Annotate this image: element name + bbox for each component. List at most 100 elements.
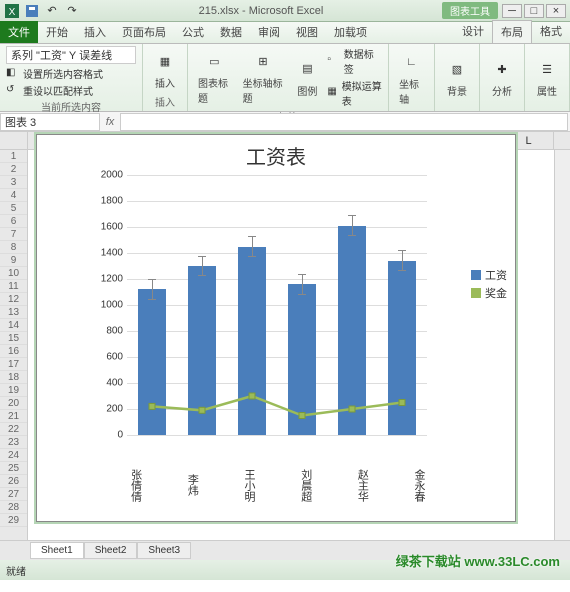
data-label-icon: ▫ (327, 54, 340, 68)
save-icon[interactable] (24, 3, 40, 19)
row-headers: 1234567891011121314151617181920212223242… (0, 132, 28, 540)
properties-icon: ☰ (535, 57, 559, 81)
picture-icon: ▦ (153, 49, 177, 73)
row-header[interactable]: 26 (0, 475, 27, 488)
tab-insert[interactable]: 插入 (76, 21, 114, 43)
y-tick-label: 600 (106, 352, 123, 363)
redo-icon[interactable]: ↷ (64, 3, 80, 19)
background-button[interactable]: ▧背景 (441, 55, 473, 100)
tab-review[interactable]: 审阅 (250, 21, 288, 43)
row-header[interactable]: 3 (0, 176, 27, 189)
status-text: 就绪 (6, 563, 26, 578)
data-table-button[interactable]: ▦模拟运算表 (327, 78, 382, 108)
row-header[interactable]: 4 (0, 189, 27, 202)
row-header[interactable]: 13 (0, 306, 27, 319)
reset-style-button[interactable]: ↺重设以匹配样式 (6, 83, 136, 98)
row-header[interactable]: 1 (0, 150, 27, 163)
row-header[interactable]: 10 (0, 267, 27, 280)
row-header[interactable]: 19 (0, 384, 27, 397)
tab-page-layout[interactable]: 页面布局 (114, 21, 174, 43)
tab-data[interactable]: 数据 (212, 21, 250, 43)
legend-button[interactable]: ▤图例 (291, 55, 323, 100)
row-header[interactable]: 20 (0, 397, 27, 410)
maximize-button[interactable]: □ (524, 4, 544, 18)
row-header[interactable]: 15 (0, 332, 27, 345)
tab-file[interactable]: 文件 (0, 21, 38, 43)
chart-legend[interactable]: 工资 奖金 (471, 265, 507, 303)
row-header[interactable]: 14 (0, 319, 27, 332)
row-header[interactable]: 24 (0, 449, 27, 462)
tab-view[interactable]: 视图 (288, 21, 326, 43)
sheet-tab-3[interactable]: Sheet3 (137, 542, 191, 559)
background-icon: ▧ (445, 57, 469, 81)
row-header[interactable]: 21 (0, 410, 27, 423)
y-tick-label: 2000 (101, 170, 123, 181)
formula-bar[interactable] (120, 113, 568, 131)
row-header[interactable]: 27 (0, 488, 27, 501)
row-header[interactable]: 5 (0, 202, 27, 215)
vertical-scrollbar[interactable] (554, 150, 570, 540)
y-tick-label: 400 (106, 378, 123, 389)
plot-area[interactable]: 0200400600800100012001400160018002000 (87, 175, 427, 435)
properties-button[interactable]: ☰属性 (531, 55, 563, 100)
row-header[interactable]: 2 (0, 163, 27, 176)
minimize-button[interactable]: ─ (502, 4, 522, 18)
row-header[interactable]: 17 (0, 358, 27, 371)
row-header[interactable]: 7 (0, 228, 27, 241)
axes-button[interactable]: ∟坐标轴 (395, 48, 428, 108)
data-labels-button[interactable]: ▫数据标签 (327, 46, 382, 76)
chart-title[interactable]: 工资表 (37, 135, 515, 172)
reset-icon: ↺ (6, 84, 20, 98)
y-tick-label: 1800 (101, 196, 123, 207)
legend-label-salary: 工资 (485, 267, 507, 283)
row-header[interactable]: 11 (0, 280, 27, 293)
sheet-tab-2[interactable]: Sheet2 (84, 542, 138, 559)
y-tick-label: 1000 (101, 300, 123, 311)
tab-chart-design[interactable]: 设计 (454, 20, 492, 43)
row-header[interactable]: 28 (0, 501, 27, 514)
row-header[interactable]: 9 (0, 254, 27, 267)
fx-icon[interactable]: fx (100, 116, 120, 128)
sheet-tab-1[interactable]: Sheet1 (30, 542, 84, 559)
tab-addin[interactable]: 加载项 (326, 21, 375, 43)
row-header[interactable]: 22 (0, 423, 27, 436)
legend-label-bonus: 奖金 (485, 285, 507, 301)
tab-chart-format[interactable]: 格式 (532, 20, 570, 43)
row-header[interactable]: 23 (0, 436, 27, 449)
line-series[interactable] (127, 175, 427, 435)
insert-shape-button[interactable]: ▦插入 (149, 47, 181, 92)
tab-formula[interactable]: 公式 (174, 21, 212, 43)
tab-chart-layout[interactable]: 布局 (492, 20, 532, 43)
chart-element-selector[interactable]: 系列 "工资" Y 误差线 (6, 46, 136, 64)
chart-title-button[interactable]: ▭图表标题 (194, 47, 235, 107)
x-tick-label: 赵主华 (314, 453, 371, 513)
y-tick-label: 800 (106, 326, 123, 337)
analyze-button[interactable]: ✚分析 (486, 55, 518, 100)
x-tick-label: 金永春 (370, 453, 427, 513)
y-tick-label: 1600 (101, 222, 123, 233)
legend-icon: ▤ (295, 57, 319, 81)
data-table-icon: ▦ (327, 86, 338, 100)
undo-icon[interactable]: ↶ (44, 3, 60, 19)
contextual-tab-title: 图表工具 (442, 2, 498, 19)
excel-icon: X (4, 3, 20, 19)
y-tick-label: 1200 (101, 274, 123, 285)
axis-title-button[interactable]: ⊞坐标轴标题 (239, 47, 288, 107)
axis-title-icon: ⊞ (251, 49, 275, 73)
tab-home[interactable]: 开始 (38, 21, 76, 43)
row-header[interactable]: 12 (0, 293, 27, 306)
x-tick-label: 李炜 (144, 453, 201, 513)
row-header[interactable]: 18 (0, 371, 27, 384)
row-header[interactable]: 16 (0, 345, 27, 358)
group-insert: 插入 (149, 93, 181, 109)
name-box[interactable]: 图表 3 (0, 113, 100, 131)
gridline (127, 435, 427, 436)
format-selection-button[interactable]: ◧设置所选内容格式 (6, 66, 136, 81)
close-button[interactable]: × (546, 4, 566, 18)
chart-object[interactable]: 工资表 020040060080010001200140016001800200… (36, 134, 516, 522)
row-header[interactable]: 6 (0, 215, 27, 228)
row-header[interactable]: 8 (0, 241, 27, 254)
analyze-icon: ✚ (490, 57, 514, 81)
row-header[interactable]: 29 (0, 514, 27, 527)
row-header[interactable]: 25 (0, 462, 27, 475)
